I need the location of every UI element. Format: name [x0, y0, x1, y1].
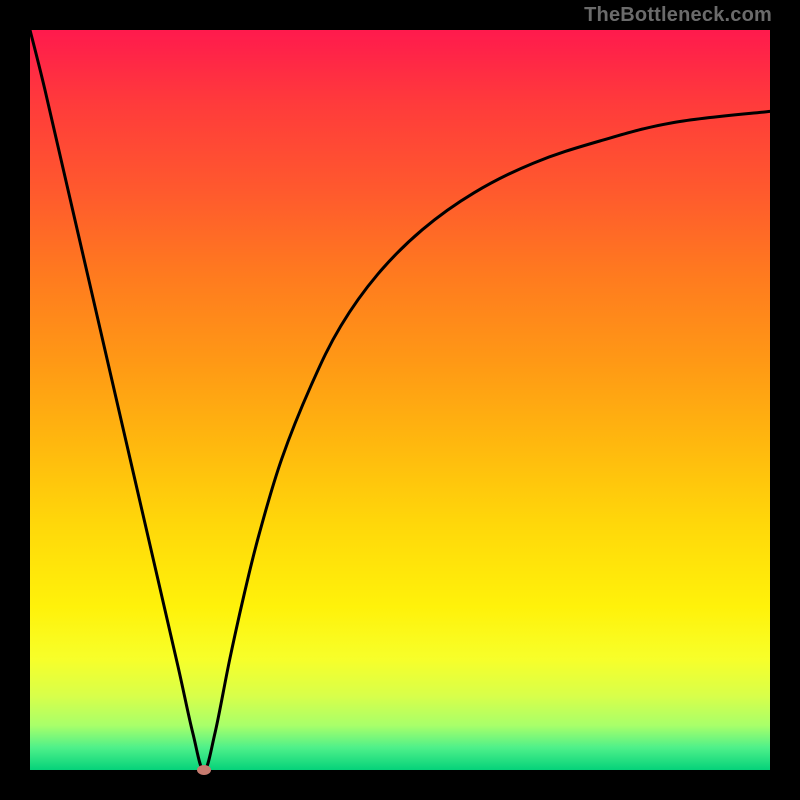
- chart-frame: TheBottleneck.com: [0, 0, 800, 800]
- bottleneck-curve: [30, 30, 770, 770]
- watermark: TheBottleneck.com: [584, 4, 772, 27]
- plot-area: [30, 30, 770, 770]
- optimal-point-marker: [197, 765, 211, 775]
